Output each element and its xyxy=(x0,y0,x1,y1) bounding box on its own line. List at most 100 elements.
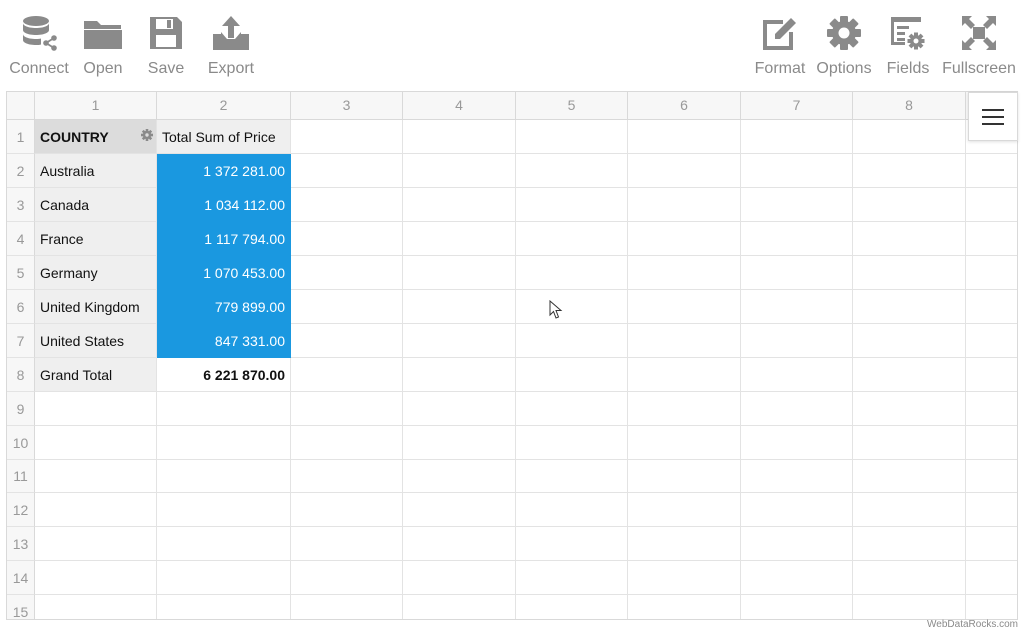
save-button[interactable]: Save xyxy=(140,10,192,78)
value-cell[interactable]: 1 034 112.00 xyxy=(157,188,291,222)
empty-cell[interactable] xyxy=(516,256,628,290)
empty-cell[interactable] xyxy=(157,527,291,561)
empty-cell[interactable] xyxy=(966,493,1017,527)
empty-cell[interactable] xyxy=(741,426,853,460)
empty-cell[interactable] xyxy=(966,460,1017,493)
empty-cell[interactable] xyxy=(853,358,966,392)
empty-cell[interactable] xyxy=(291,222,403,256)
pivot-grid[interactable]: 1 2 3 4 5 6 7 8 1 COUNTRY Total Sum of Pri… xyxy=(6,91,1018,620)
row-header-country[interactable]: Canada xyxy=(35,188,157,222)
empty-cell[interactable] xyxy=(853,595,966,619)
row-header-country[interactable]: Australia xyxy=(35,154,157,188)
empty-cell[interactable] xyxy=(516,188,628,222)
empty-cell[interactable] xyxy=(291,358,403,392)
empty-cell[interactable] xyxy=(853,527,966,561)
empty-cell[interactable] xyxy=(516,493,628,527)
empty-cell[interactable] xyxy=(741,493,853,527)
empty-cell[interactable] xyxy=(403,120,516,154)
empty-cell[interactable] xyxy=(966,527,1017,561)
empty-cell[interactable] xyxy=(628,154,741,188)
empty-cell[interactable] xyxy=(35,493,157,527)
value-cell[interactable]: 1 117 794.00 xyxy=(157,222,291,256)
empty-cell[interactable] xyxy=(853,426,966,460)
empty-cell[interactable] xyxy=(966,188,1017,222)
empty-cell[interactable] xyxy=(291,120,403,154)
empty-cell[interactable] xyxy=(628,358,741,392)
empty-cell[interactable] xyxy=(291,561,403,595)
empty-cell[interactable] xyxy=(966,392,1017,426)
empty-cell[interactable] xyxy=(966,324,1017,358)
empty-cell[interactable] xyxy=(35,426,157,460)
empty-cell[interactable] xyxy=(516,426,628,460)
measure-header[interactable]: Total Sum of Price xyxy=(157,120,291,154)
empty-cell[interactable] xyxy=(35,595,157,619)
empty-cell[interactable] xyxy=(628,324,741,358)
empty-cell[interactable] xyxy=(516,120,628,154)
empty-cell[interactable] xyxy=(516,324,628,358)
empty-cell[interactable] xyxy=(741,188,853,222)
empty-cell[interactable] xyxy=(157,561,291,595)
value-cell[interactable]: 1 372 281.00 xyxy=(157,154,291,188)
fields-button[interactable]: Fields xyxy=(882,10,934,78)
value-cell[interactable]: 779 899.00 xyxy=(157,290,291,324)
empty-cell[interactable] xyxy=(853,120,966,154)
empty-cell[interactable] xyxy=(741,324,853,358)
empty-cell[interactable] xyxy=(853,392,966,426)
row-header-country[interactable]: United States xyxy=(35,324,157,358)
empty-cell[interactable] xyxy=(403,493,516,527)
empty-cell[interactable] xyxy=(291,595,403,619)
empty-cell[interactable] xyxy=(516,392,628,426)
empty-cell[interactable] xyxy=(291,188,403,222)
empty-cell[interactable] xyxy=(35,561,157,595)
field-settings-gear-icon[interactable] xyxy=(141,129,153,141)
empty-cell[interactable] xyxy=(35,392,157,426)
empty-cell[interactable] xyxy=(966,256,1017,290)
empty-cell[interactable] xyxy=(628,493,741,527)
row-header-country[interactable]: Germany xyxy=(35,256,157,290)
empty-cell[interactable] xyxy=(403,527,516,561)
empty-cell[interactable] xyxy=(516,358,628,392)
empty-cell[interactable] xyxy=(966,358,1017,392)
empty-cell[interactable] xyxy=(741,527,853,561)
empty-cell[interactable] xyxy=(741,222,853,256)
empty-cell[interactable] xyxy=(403,595,516,619)
empty-cell[interactable] xyxy=(741,460,853,493)
empty-cell[interactable] xyxy=(741,290,853,324)
empty-cell[interactable] xyxy=(403,392,516,426)
empty-cell[interactable] xyxy=(157,595,291,619)
connect-button[interactable]: Connect xyxy=(6,10,72,78)
empty-cell[interactable] xyxy=(853,493,966,527)
empty-cell[interactable] xyxy=(966,154,1017,188)
empty-cell[interactable] xyxy=(516,561,628,595)
grid-menu-button[interactable] xyxy=(968,92,1018,141)
empty-cell[interactable] xyxy=(403,358,516,392)
empty-cell[interactable] xyxy=(628,392,741,426)
empty-cell[interactable] xyxy=(157,392,291,426)
empty-cell[interactable] xyxy=(403,154,516,188)
export-button[interactable]: Export xyxy=(203,10,259,78)
empty-cell[interactable] xyxy=(157,460,291,493)
empty-cell[interactable] xyxy=(966,290,1017,324)
empty-cell[interactable] xyxy=(516,154,628,188)
empty-cell[interactable] xyxy=(516,595,628,619)
empty-cell[interactable] xyxy=(628,188,741,222)
empty-cell[interactable] xyxy=(291,493,403,527)
empty-cell[interactable] xyxy=(628,561,741,595)
empty-cell[interactable] xyxy=(966,595,1017,619)
empty-cell[interactable] xyxy=(853,222,966,256)
empty-cell[interactable] xyxy=(403,460,516,493)
empty-cell[interactable] xyxy=(628,120,741,154)
empty-cell[interactable] xyxy=(853,154,966,188)
empty-cell[interactable] xyxy=(966,561,1017,595)
grand-total-value[interactable]: 6 221 870.00 xyxy=(157,358,291,392)
empty-cell[interactable] xyxy=(35,527,157,561)
empty-cell[interactable] xyxy=(741,120,853,154)
format-button[interactable]: Format xyxy=(752,10,808,78)
empty-cell[interactable] xyxy=(628,426,741,460)
empty-cell[interactable] xyxy=(853,290,966,324)
empty-cell[interactable] xyxy=(403,188,516,222)
empty-cell[interactable] xyxy=(628,222,741,256)
empty-cell[interactable] xyxy=(628,595,741,619)
empty-cell[interactable] xyxy=(853,188,966,222)
empty-cell[interactable] xyxy=(516,222,628,256)
